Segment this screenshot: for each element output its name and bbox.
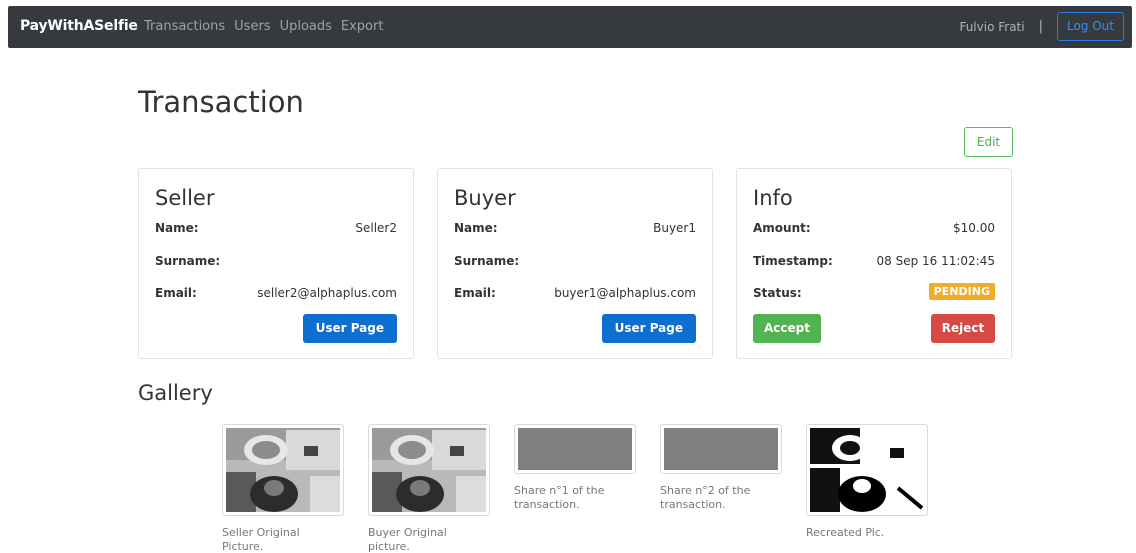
page-title: Transaction xyxy=(138,85,304,119)
reject-button[interactable]: Reject xyxy=(931,314,995,343)
seller-email-value: seller2@alphaplus.com xyxy=(257,286,397,300)
nav-user-area: Fulvio Frati | Log Out xyxy=(959,12,1124,41)
gallery-thumbnail[interactable] xyxy=(368,424,490,516)
info-card-title: Info xyxy=(753,186,793,210)
buyer-name-value: Buyer1 xyxy=(653,221,696,235)
gallery-thumbnail[interactable] xyxy=(660,424,782,474)
amount-value: $10.00 xyxy=(953,221,995,235)
seller-surname-label: Surname: xyxy=(155,254,221,268)
seller-card: Seller Name: Seller2 Surname: Email: sel… xyxy=(138,168,414,359)
nav-link-users[interactable]: Users xyxy=(234,19,270,34)
status-badge: PENDING xyxy=(928,283,995,300)
status-label: Status: xyxy=(753,286,802,300)
gallery-caption: Recreated Pic. xyxy=(806,526,885,539)
gallery-thumbnail[interactable] xyxy=(514,424,636,474)
nav-link-uploads[interactable]: Uploads xyxy=(280,19,332,34)
gallery-item-buyer-original: Buyer Original picture. xyxy=(368,424,490,553)
recreated-image xyxy=(810,428,924,512)
edit-button[interactable]: Edit xyxy=(964,127,1013,157)
seller-name-label: Name: xyxy=(155,221,199,235)
info-card: Info Amount: $10.00 Timestamp: 08 Sep 16… xyxy=(736,168,1012,359)
nav-separator: | xyxy=(1038,19,1043,34)
nav-links: Transactions Users Uploads Export xyxy=(144,19,383,34)
share-2-image xyxy=(664,428,778,470)
buyer-user-page-button[interactable]: User Page xyxy=(601,314,696,343)
buyer-name-label: Name: xyxy=(454,221,498,235)
amount-label: Amount: xyxy=(753,221,811,235)
gallery-caption: Share n°1 of the transaction. xyxy=(514,484,605,511)
gallery-item-seller-original: Seller Original Picture. xyxy=(222,424,344,553)
buyer-surname-label: Surname: xyxy=(454,254,520,268)
gallery-thumbnail[interactable] xyxy=(222,424,344,516)
seller-user-page-button[interactable]: User Page xyxy=(302,314,397,343)
seller-email-label: Email: xyxy=(155,286,197,300)
navbar: PayWithASelfie Transactions Users Upload… xyxy=(8,6,1132,48)
buyer-card: Buyer Name: Buyer1 Surname: Email: buyer… xyxy=(437,168,713,359)
gallery-thumbnail[interactable] xyxy=(806,424,928,516)
nav-link-transactions[interactable]: Transactions xyxy=(144,19,225,34)
gallery-caption: Buyer Original picture. xyxy=(368,526,447,553)
gallery-item-recreated: Recreated Pic. xyxy=(806,424,928,540)
buyer-email-value: buyer1@alphaplus.com xyxy=(554,286,696,300)
timestamp-label: Timestamp: xyxy=(753,254,833,268)
logout-button[interactable]: Log Out xyxy=(1056,12,1124,41)
current-user-name: Fulvio Frati xyxy=(959,19,1025,34)
seller-original-image xyxy=(226,428,340,512)
gallery-caption: Seller Original Picture. xyxy=(222,526,300,553)
gallery-item-share-1: Share n°1 of the transaction. xyxy=(514,424,636,512)
gallery-item-share-2: Share n°2 of the transaction. xyxy=(660,424,782,512)
seller-card-title: Seller xyxy=(155,186,215,210)
accept-button[interactable]: Accept xyxy=(753,314,821,343)
buyer-email-label: Email: xyxy=(454,286,496,300)
share-1-image xyxy=(518,428,632,470)
buyer-card-title: Buyer xyxy=(454,186,516,210)
gallery-caption: Share n°2 of the transaction. xyxy=(660,484,751,511)
nav-link-export[interactable]: Export xyxy=(341,19,384,34)
gallery-title: Gallery xyxy=(138,381,213,405)
seller-name-value: Seller2 xyxy=(355,221,397,235)
buyer-original-image xyxy=(372,428,486,512)
brand-link[interactable]: PayWithASelfie xyxy=(20,18,138,34)
timestamp-value: 08 Sep 16 11:02:45 xyxy=(876,254,996,268)
